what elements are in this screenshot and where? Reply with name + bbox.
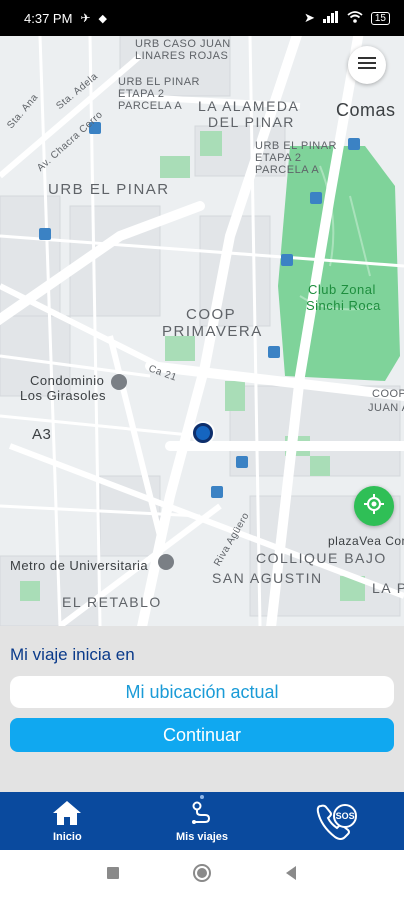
map-label-etapa-2-top: ETAPA 2 <box>118 88 165 100</box>
map-label-del-pinar: DEL PINAR <box>208 114 295 130</box>
map-label-club-zonal: Club Zonal <box>308 282 376 297</box>
home-system-icon[interactable] <box>192 863 212 888</box>
map-label-urb-caso-juan: URB CASO JUAN <box>135 38 231 50</box>
menu-button[interactable] <box>348 46 386 84</box>
map-label-urb-el-pinar: URB EL PINAR <box>48 181 170 198</box>
route-icon <box>189 800 215 829</box>
map-label-juan-a: JUAN A <box>368 402 404 414</box>
map-label-etapa-2-right: ETAPA 2 <box>255 152 302 164</box>
map-label-coop: COOP <box>186 306 237 323</box>
sos-phone-icon: SOS <box>315 800 359 842</box>
hamburger-icon <box>358 56 376 75</box>
bottom-nav: Inicio Mis viajes SOS <box>0 792 404 850</box>
sos-label: SOS <box>335 811 355 821</box>
my-location-button[interactable] <box>354 486 394 526</box>
map-label-urb-el-pinar-right: URB EL PINAR <box>255 140 338 152</box>
system-nav-bar <box>0 850 404 900</box>
map-label-coop-right: COOP <box>372 388 404 400</box>
nav-item-inicio[interactable]: Inicio <box>0 792 135 850</box>
continue-button[interactable]: Continuar <box>10 718 394 752</box>
signal-icon <box>322 10 339 26</box>
map-label-comas: Comas <box>336 100 396 120</box>
map-label-parcela-a-top: PARCELA A <box>118 100 183 112</box>
nav-label-mis-viajes: Mis viajes <box>176 830 228 843</box>
start-location-field[interactable]: Mi ubicación actual <box>10 676 394 708</box>
map-label-los-girasoles: Los Girasoles <box>20 388 106 403</box>
map-view[interactable]: URB CASO JUAN LINARES ROJAS URB EL PINAR… <box>0 36 404 626</box>
current-location-marker <box>193 423 213 443</box>
wifi-icon <box>347 10 363 26</box>
back-icon[interactable] <box>284 865 298 886</box>
sheet-title: Mi viaje inicia en <box>10 645 135 664</box>
status-bar: 4:37 PM ✈︎ ◆ ➤ 15 <box>0 0 404 36</box>
map-label-san-agustin: SAN AGUSTIN <box>212 570 323 586</box>
map-label-la-p: LA P <box>372 580 404 596</box>
notification-icon: ✈︎ <box>80 11 91 25</box>
map-label-metro: Metro de Universitaria <box>10 558 149 573</box>
map-label-condominio: Condominio <box>30 373 105 388</box>
map-label-linares-rojas: LINARES ROJAS <box>135 50 229 62</box>
trip-start-sheet: Mi viaje inicia en Mi ubicación actual C… <box>0 626 404 792</box>
map-label-plazavea: plazaVea Coma <box>328 534 404 548</box>
map-label-primavera: PRIMAVERA <box>162 323 263 340</box>
map-label-sinchi-roca: Sinchi Roca <box>306 298 381 313</box>
map-label-el-retablo: EL RETABLO <box>62 594 162 610</box>
status-time: 4:37 PM <box>24 10 73 26</box>
nav-label-inicio: Inicio <box>52 830 82 843</box>
map-label-a3: A3 <box>32 426 52 443</box>
home-icon <box>52 800 82 829</box>
map-label-urb-el-pinar-top: URB EL PINAR <box>118 76 201 88</box>
location-status-icon: ➤ <box>303 10 315 25</box>
nav-item-sos[interactable]: SOS <box>269 792 404 850</box>
nav-active-indicator <box>200 795 204 799</box>
map-label-collique-bajo: COLLIQUE BAJO <box>256 550 387 566</box>
nav-app-icon: ◆ <box>98 12 107 25</box>
map-label-la-alameda: LA ALAMEDA <box>198 98 300 114</box>
crosshair-icon <box>363 493 385 520</box>
nav-item-mis-viajes[interactable]: Mis viajes <box>135 792 270 850</box>
map-label-parcela-a-right: PARCELA A <box>255 164 320 176</box>
recents-icon[interactable] <box>106 866 120 885</box>
battery-icon: 15 <box>370 11 390 25</box>
